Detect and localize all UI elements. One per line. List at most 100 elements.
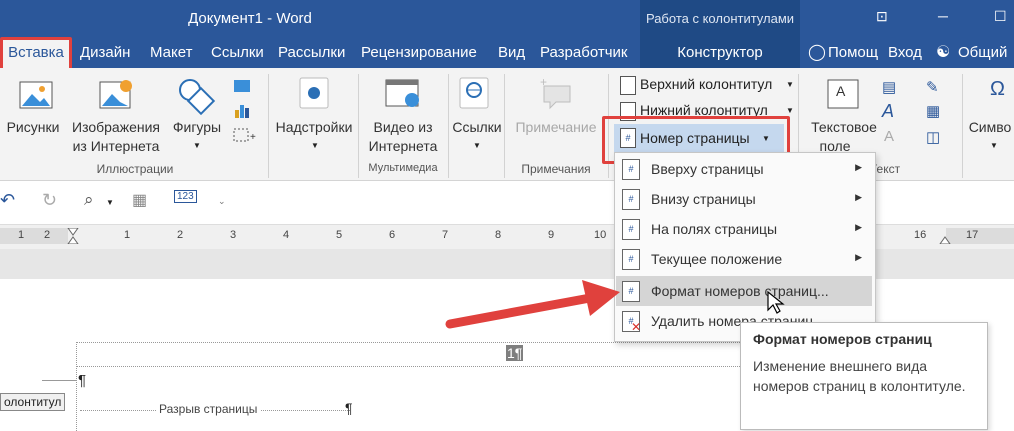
chevron-down-icon: ▼ bbox=[473, 141, 481, 150]
customize-qat-icon[interactable]: ⌄ bbox=[218, 196, 226, 207]
tooltip-title: Формат номеров страниц bbox=[753, 331, 932, 347]
current-position-icon: # bbox=[622, 249, 640, 270]
group-illustrations-label: Иллюстрации bbox=[96, 162, 174, 176]
header-icon bbox=[620, 76, 636, 95]
ruler-number: 16 bbox=[914, 229, 927, 241]
ruler-number: 1 bbox=[18, 229, 25, 241]
addins-button[interactable]: Надстройки bbox=[270, 118, 358, 136]
online-video-icon bbox=[385, 79, 419, 107]
chevron-right-icon: ▶ bbox=[855, 192, 862, 202]
menu-item-current-position[interactable]: # Текущее положение ▶ bbox=[614, 244, 874, 274]
menu-item-format-page-numbers[interactable]: # Формат номеров страниц... bbox=[616, 276, 872, 306]
comment-icon: + bbox=[540, 76, 571, 110]
tab-developer[interactable]: Разработчик bbox=[540, 44, 627, 61]
tab-review[interactable]: Рецензирование bbox=[361, 44, 477, 61]
menu-item-bottom-of-page[interactable]: # Внизу страницы ▶ bbox=[614, 184, 874, 214]
online-video-label-2[interactable]: Интернета bbox=[360, 137, 446, 155]
comment-button[interactable]: Примечание bbox=[506, 118, 606, 136]
menu-item-page-margins[interactable]: # На полях страницы ▶ bbox=[614, 214, 874, 244]
ruler-number: 6 bbox=[389, 229, 396, 241]
svg-text:+: + bbox=[250, 132, 256, 143]
page-number-field[interactable]: 1¶ bbox=[506, 345, 524, 361]
chevron-down-icon: ▼ bbox=[990, 141, 998, 150]
ribbon-display-icon[interactable]: ⊡ bbox=[876, 8, 888, 25]
red-arrow-annotation bbox=[445, 280, 620, 329]
chart-icon[interactable] bbox=[232, 100, 252, 120]
tell-me-search[interactable]: Помощ bbox=[828, 44, 878, 61]
quickparts-icon[interactable]: ▤ bbox=[882, 78, 896, 96]
undo-icon[interactable]: ↶ bbox=[0, 190, 15, 211]
delete-x-icon: ✕ bbox=[631, 320, 642, 334]
dropcap-icon[interactable]: A bbox=[884, 128, 894, 145]
textbox-icon: A bbox=[827, 79, 859, 109]
chevron-right-icon: ▶ bbox=[855, 252, 862, 262]
svg-text:+: + bbox=[540, 76, 547, 89]
pilcrow-mark: ¶ bbox=[78, 372, 87, 389]
separator bbox=[504, 74, 505, 178]
columns-icon[interactable]: ▦ bbox=[132, 190, 147, 210]
tab-design[interactable]: Дизайн bbox=[80, 44, 130, 61]
footer-tag: олонтитул bbox=[0, 393, 66, 411]
ruler-number: 2 bbox=[177, 229, 184, 241]
group-media-label: Мультимедиа bbox=[368, 162, 438, 174]
page-top-icon: # bbox=[622, 159, 640, 180]
print-preview-icon[interactable]: ⌕ bbox=[84, 190, 94, 210]
textbox-label-1[interactable]: Текстовое bbox=[800, 118, 888, 136]
header-button[interactable]: Верхний колонтитул bbox=[640, 76, 772, 92]
separator bbox=[962, 74, 963, 178]
signin-link[interactable]: Вход bbox=[888, 44, 922, 61]
picture-icon bbox=[19, 81, 53, 109]
shapes-button[interactable]: Фигуры bbox=[168, 118, 226, 136]
ruler-number: 8 bbox=[495, 229, 502, 241]
ruler-number: 9 bbox=[548, 229, 555, 241]
spelling-icon[interactable]: 123 bbox=[174, 190, 197, 203]
screenshot-icon[interactable]: + bbox=[232, 126, 260, 146]
link-icon bbox=[459, 77, 489, 109]
tab-view[interactable]: Вид bbox=[498, 44, 525, 61]
margin-line bbox=[76, 342, 77, 431]
tab-mailings[interactable]: Рассылки bbox=[278, 44, 345, 61]
tooltip-body: Изменение внешнего вида номеров страниц … bbox=[753, 358, 966, 394]
window-title: Документ1 - Word bbox=[188, 10, 312, 27]
chevron-down-icon: ▼ bbox=[193, 141, 201, 150]
group-comments-label: Примечания bbox=[521, 162, 591, 176]
addins-icon bbox=[299, 77, 329, 109]
maximize-button[interactable]: ☐ bbox=[994, 8, 1007, 25]
online-pictures-icon bbox=[99, 80, 132, 109]
online-pictures-label-1[interactable]: Изображения bbox=[66, 118, 166, 136]
links-button[interactable]: Ссылки bbox=[450, 118, 504, 136]
datetime-icon[interactable]: ▦ bbox=[926, 102, 940, 120]
ruler-number: 2 bbox=[44, 229, 51, 241]
chevron-right-icon: ▶ bbox=[855, 162, 862, 172]
tab-links[interactable]: Ссылки bbox=[211, 44, 264, 61]
ruler-number: 3 bbox=[230, 229, 237, 241]
omega-icon: Ω bbox=[990, 78, 1005, 100]
online-video-label-1[interactable]: Видео из bbox=[360, 118, 446, 136]
shapes-icon bbox=[179, 79, 216, 116]
chevron-right-icon: ▶ bbox=[855, 222, 862, 232]
object-icon[interactable]: ◫ bbox=[926, 128, 940, 146]
tab-constructor[interactable]: Конструктор bbox=[640, 38, 800, 68]
page-break-pilcrow: ¶ bbox=[345, 400, 353, 416]
wordart-icon[interactable]: A bbox=[882, 101, 894, 122]
ruler-number: 5 bbox=[336, 229, 343, 241]
lightbulb-icon[interactable]: ◯ bbox=[808, 42, 826, 62]
online-pictures-label-2[interactable]: из Интернета bbox=[66, 137, 166, 155]
ruler-number: 4 bbox=[283, 229, 290, 241]
smartart-icon[interactable] bbox=[232, 76, 252, 96]
page-margin-icon: # bbox=[622, 219, 640, 240]
redo-icon[interactable]: ↻ bbox=[42, 190, 57, 211]
menu-item-top-of-page[interactable]: # Вверху страницы ▶ bbox=[614, 154, 874, 184]
chevron-down-icon: ▼ bbox=[311, 141, 319, 150]
symbols-button[interactable]: Симво bbox=[966, 118, 1014, 136]
chevron-down-icon: ▼ bbox=[786, 80, 794, 89]
minimize-button[interactable]: ─ bbox=[938, 8, 948, 24]
mouse-cursor-icon bbox=[767, 290, 785, 314]
separator bbox=[268, 74, 269, 178]
share-button[interactable]: Общий bbox=[958, 44, 1007, 61]
pictures-button[interactable]: Рисунки bbox=[0, 118, 66, 136]
signature-icon[interactable]: ✎ bbox=[926, 78, 939, 96]
context-group-title: Работа с колонтитулами bbox=[640, 0, 800, 38]
tab-layout[interactable]: Макет bbox=[150, 44, 192, 61]
separator bbox=[448, 74, 449, 178]
